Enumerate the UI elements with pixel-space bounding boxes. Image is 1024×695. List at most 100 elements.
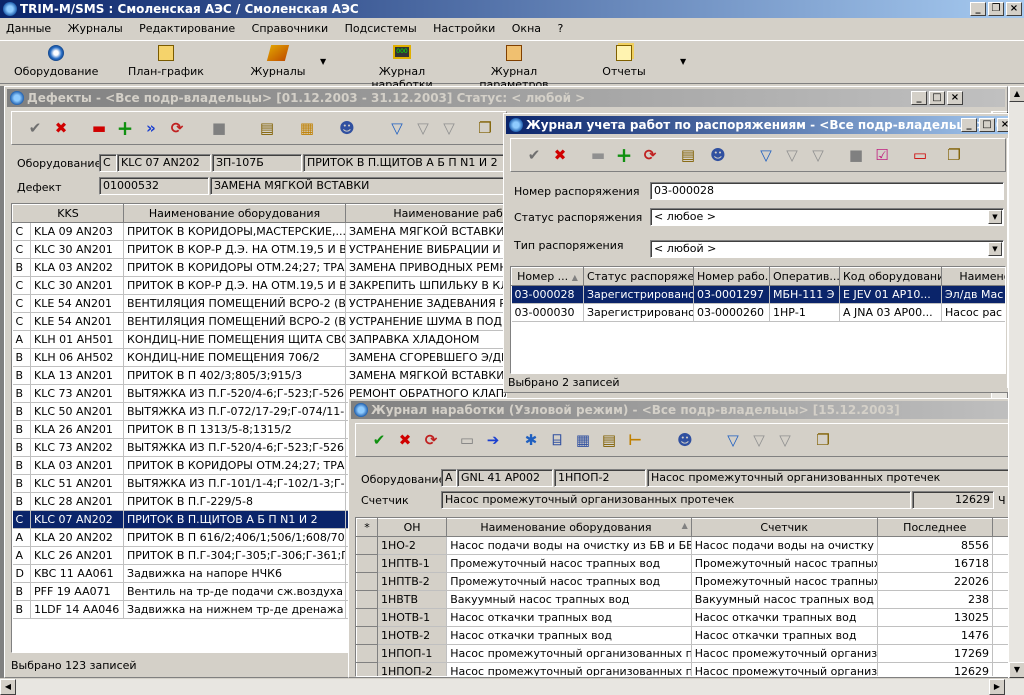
table-row[interactable]: 1НО-2 Насос подачи воды на очистку из БВ … <box>356 536 1018 555</box>
journals-dropdown-arrow[interactable]: ▼ <box>320 57 326 66</box>
cancel-icon[interactable]: ✖ <box>50 117 72 139</box>
table-row[interactable]: 1НВТВ Вакуумный насос трапных вод Вакуумны… <box>356 590 1018 609</box>
table-row[interactable]: 1НПТВ-2 Промежуточный насос трапных вод Пр… <box>356 572 1018 591</box>
table-row[interactable]: A KLH 01 AH501 КОНДИЦ-НИЕ ПОМЕЩЕНИЯ ЩИТА С… <box>12 330 506 349</box>
chevron-down-icon[interactable]: ▼ <box>988 242 1002 256</box>
list-icon[interactable]: ▦ <box>296 117 318 139</box>
hscroll-right-arrow[interactable]: ▶ <box>989 679 1005 695</box>
defects-maximize-button[interactable]: □ <box>929 91 945 105</box>
orders-user-icon[interactable]: ☻ <box>707 144 729 166</box>
forward-icon[interactable]: » <box>140 117 162 139</box>
runtime-filter-clear-icon[interactable]: ▽ <box>774 429 796 451</box>
user-icon[interactable]: ☻ <box>336 117 358 139</box>
col-last[interactable]: Последнее <box>876 518 993 537</box>
col-equipment-code[interactable]: Код оборудования <box>839 267 942 286</box>
clipboard-icon[interactable]: ▤ <box>256 117 278 139</box>
runtime-tree-icon[interactable]: ⊢ <box>624 429 646 451</box>
orders-filter-icon[interactable]: ▽ <box>755 144 777 166</box>
table-row[interactable]: 1НПОП-1 Насос промежуточный организованны… <box>356 644 1018 663</box>
col-order-status[interactable]: Статус распоряже... <box>583 267 694 286</box>
toolbar-params-journal-button[interactable]: Журнал параметров <box>458 45 570 91</box>
col-marker[interactable]: * <box>356 518 378 537</box>
filter-icon[interactable]: ▽ <box>386 117 408 139</box>
orders-cancel-icon[interactable]: ✖ <box>549 144 571 166</box>
orders-type-select[interactable]: < любой > ▼ <box>650 240 1004 258</box>
orders-refresh-icon[interactable]: ⟳ <box>639 144 661 166</box>
runtime-user-icon[interactable]: ☻ <box>674 429 696 451</box>
runtime-counter-icon[interactable]: ▭ <box>456 429 478 451</box>
col-equipment-name[interactable]: Наименование оборудования <box>123 204 347 223</box>
orders-filter-add-icon[interactable]: ▽ <box>781 144 803 166</box>
col-work-num[interactable]: Номер рабо... <box>693 267 770 286</box>
toolbar-journals-button[interactable]: Журналы <box>236 45 320 78</box>
toolbar-schedule-button[interactable]: План-график <box>124 45 208 78</box>
disabled-tool-icon[interactable]: ■ <box>208 117 230 139</box>
orders-confirm-icon[interactable]: ✔ <box>523 144 545 166</box>
runtime-report-icon[interactable]: ❐ <box>812 429 834 451</box>
defects-minimize-button[interactable]: _ <box>911 91 927 105</box>
menu-journals[interactable]: Журналы <box>68 22 123 35</box>
runtime-book-icon[interactable]: ⌸ <box>546 429 568 451</box>
runtime-gear-icon[interactable]: ✱ <box>520 429 542 451</box>
orders-delete-icon[interactable]: ▬ <box>587 144 609 166</box>
restore-button[interactable]: ❐ <box>988 2 1004 16</box>
menu-subsystems[interactable]: Подсистемы <box>345 22 417 35</box>
orders-clipboard-icon[interactable]: ▤ <box>677 144 699 166</box>
right-scroll-up-arrow[interactable]: ▲ <box>1009 86 1024 102</box>
table-row[interactable]: B KLA 13 AN201 ПРИТОК В П 402/3;805/3;915/… <box>12 366 506 385</box>
col-counter[interactable]: Счетчик <box>690 518 878 537</box>
reports-dropdown-arrow[interactable]: ▼ <box>680 57 686 66</box>
orders-filter-clear-icon[interactable]: ▽ <box>807 144 829 166</box>
menu-settings[interactable]: Настройки <box>433 22 495 35</box>
runtime-confirm-icon[interactable]: ✔ <box>368 429 390 451</box>
col-runtime-equipment[interactable]: Наименование оборудования ▲ <box>446 518 692 537</box>
add-icon[interactable]: + <box>114 116 136 140</box>
orders-minimize-button[interactable]: _ <box>961 118 977 132</box>
defects-close-button[interactable]: × <box>947 91 963 105</box>
table-row[interactable]: C KLC 30 AN201 ПРИТОК В КОР-Р Д.Э. НА ОТМ.… <box>12 240 506 259</box>
runtime-cancel-icon[interactable]: ✖ <box>394 429 416 451</box>
confirm-icon[interactable]: ✔ <box>24 117 46 139</box>
table-row[interactable]: C KLE 54 AN201 ВЕНТИЛЯЦИЯ ПОМЕЩЕНИЙ ВСРО-2… <box>12 312 506 331</box>
orders-add-icon[interactable]: + <box>613 143 635 167</box>
table-row[interactable]: 1НПОП-2 Насос промежуточный организованны… <box>356 662 1018 676</box>
toolbar-runtime-journal-button[interactable]: 000 Журнал наработки <box>350 45 454 91</box>
filter-add-icon[interactable]: ▽ <box>412 117 434 139</box>
orders-maximize-button[interactable]: □ <box>979 118 995 132</box>
runtime-table-icon[interactable]: ▦ <box>572 429 594 451</box>
menu-help[interactable]: ? <box>558 22 564 35</box>
col-operative[interactable]: Оператив... <box>769 267 840 286</box>
table-row[interactable]: C KLE 54 AN201 ВЕНТИЛЯЦИЯ ПОМЕЩЕНИЙ ВСРО-2… <box>12 294 506 313</box>
col-order-num[interactable]: Номер ... ▲ <box>511 267 584 286</box>
filter-clear-icon[interactable]: ▽ <box>438 117 460 139</box>
orders-status-select[interactable]: < любое > ▼ <box>650 208 1004 226</box>
runtime-filter-add-icon[interactable]: ▽ <box>748 429 770 451</box>
menu-references[interactable]: Справочники <box>252 22 328 35</box>
toolbar-equipment-button[interactable]: Оборудование <box>14 45 98 78</box>
orders-print-icon[interactable]: ▭ <box>909 144 931 166</box>
orders-disabled-icon[interactable]: ■ <box>845 144 867 166</box>
table-row[interactable]: 1НПТВ-1 Промежуточный насос трапных вод Пр… <box>356 554 1018 573</box>
runtime-clipboard-icon[interactable]: ▤ <box>598 429 620 451</box>
col-kks[interactable]: KKS <box>12 204 125 223</box>
runtime-filter-icon[interactable]: ▽ <box>722 429 744 451</box>
table-row[interactable]: C KLA 09 AN203 ПРИТОК В КОРИДОРЫ,МАСТЕРСКИ… <box>12 222 506 241</box>
refresh-icon[interactable]: ⟳ <box>166 117 188 139</box>
runtime-refresh-icon[interactable]: ⟳ <box>420 429 442 451</box>
table-row[interactable]: 1НОТВ-1 Насос откачки трапных вод Насос от… <box>356 608 1018 627</box>
close-button[interactable]: × <box>1006 2 1022 16</box>
chevron-down-icon[interactable]: ▼ <box>988 210 1002 224</box>
col-work-name[interactable]: Наименование работы <box>345 204 506 223</box>
table-row[interactable]: C KLC 30 AN201 ПРИТОК В КОР-Р Д.Э. НА ОТМ.… <box>12 276 506 295</box>
col-on[interactable]: ОН <box>376 518 448 537</box>
col-name[interactable]: Наименова <box>941 267 1005 286</box>
orders-num-input[interactable]: 03-000028 <box>650 182 1004 200</box>
table-row[interactable]: 1НОТВ-2 Насос откачки трапных вод Насос от… <box>356 626 1018 645</box>
right-scroll-down-arrow[interactable]: ▼ <box>1009 662 1024 678</box>
hscroll-left-arrow[interactable]: ◀ <box>0 679 16 695</box>
orders-report-icon[interactable]: ❐ <box>943 144 965 166</box>
orders-check-icon[interactable]: ☑ <box>871 144 893 166</box>
table-row[interactable]: B KLA 03 AN202 ПРИТОК В КОРИДОРЫ ОТМ.24;27… <box>12 258 506 277</box>
main-hscrollbar[interactable]: ◀ ▶ <box>0 678 1024 695</box>
menu-data[interactable]: Данные <box>6 22 51 35</box>
